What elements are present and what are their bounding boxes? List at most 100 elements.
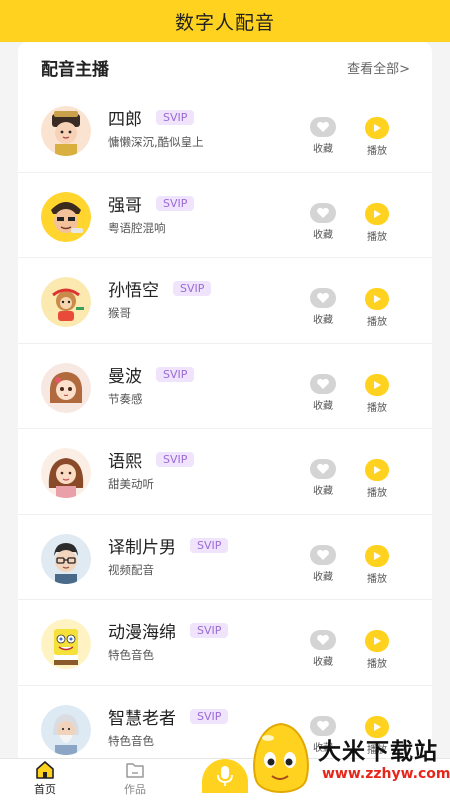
site-watermark: 大米下载站 www.zzhyw.com	[246, 720, 450, 800]
heart-icon	[310, 459, 336, 479]
avatar	[41, 106, 91, 156]
voice-description: 特色音色	[108, 648, 154, 662]
favorite-button[interactable]: 收藏	[305, 630, 341, 668]
name-line: 译制片男 SVIP	[108, 533, 229, 558]
play-label: 播放	[367, 402, 387, 414]
voice-name: 动漫海绵	[108, 623, 176, 643]
tab-works[interactable]: 作品	[105, 761, 165, 797]
play-button[interactable]: 播放	[359, 630, 395, 670]
favorite-label: 收藏	[313, 315, 333, 326]
play-label: 播放	[367, 146, 387, 157]
favorite-label: 收藏	[313, 486, 333, 497]
voice-description: 特色音色	[108, 733, 154, 748]
name-line: 语熙 SVIP	[108, 447, 195, 472]
favorite-button[interactable]: 收藏	[305, 288, 341, 326]
play-button[interactable]: 播放	[359, 544, 395, 585]
voice-row[interactable]: 动漫海绵 SVIP 特色音色 收藏 播放	[18, 600, 432, 686]
favorite-button[interactable]: 收藏	[305, 117, 341, 155]
favorite-label: 收藏	[313, 657, 333, 668]
favorite-button[interactable]: 收藏	[305, 373, 341, 412]
favorite-button[interactable]: 收藏	[305, 202, 341, 241]
heart-icon	[310, 288, 336, 308]
voice-name: 译制片男	[108, 537, 176, 558]
voice-row[interactable]: 四郎 SVIP 慵懒深沉,酷似皇上 收藏 播放	[18, 87, 432, 173]
avatar	[41, 362, 91, 413]
app-header: 数字人配音	[0, 0, 450, 42]
voice-description: 猴哥	[108, 306, 131, 320]
favorite-button[interactable]: 收藏	[305, 544, 341, 583]
play-button[interactable]: 播放	[359, 459, 395, 499]
favorite-label: 收藏	[313, 144, 333, 155]
name-line: 四郎 SVIP	[108, 105, 195, 130]
avatar	[41, 704, 91, 755]
voice-description: 节奏感	[108, 391, 143, 406]
voice-description: 视频配音	[108, 562, 154, 577]
section-title: 配音主播	[41, 59, 109, 80]
play-button[interactable]: 播放	[359, 202, 395, 243]
heart-icon	[310, 117, 336, 137]
play-label: 播放	[367, 573, 387, 585]
name-line: 曼波 SVIP	[108, 362, 195, 387]
voice-name: 四郎	[108, 110, 142, 130]
play-icon	[365, 544, 389, 567]
watermark-title: 大米下载站	[318, 739, 438, 765]
play-label: 播放	[367, 659, 387, 670]
voice-row[interactable]: 语熙 SVIP 甜美动听 收藏 播放	[18, 429, 432, 515]
avatar	[41, 277, 91, 327]
tab-works-label: 作品	[124, 783, 146, 796]
play-icon	[365, 202, 389, 225]
play-button[interactable]: 播放	[359, 288, 395, 328]
svip-badge: SVIP	[156, 366, 195, 382]
section-header: 配音主播 查看全部>	[18, 42, 432, 92]
avatar	[41, 619, 91, 669]
svip-badge: SVIP	[173, 281, 212, 296]
watermark-url: www.zzhyw.com	[322, 766, 450, 782]
voice-name: 语熙	[108, 452, 142, 472]
play-label: 播放	[367, 488, 387, 499]
play-button[interactable]: 播放	[359, 117, 395, 157]
heart-icon	[310, 373, 336, 394]
svip-badge: SVIP	[156, 110, 195, 125]
view-all-link[interactable]: 查看全部>	[347, 58, 410, 77]
content-area[interactable]: 配音主播 查看全部> 四郎 SVIP 慵懒深沉,酷似皇上 收藏 播放 强哥 SV…	[0, 42, 450, 758]
heart-icon	[310, 630, 336, 650]
favorite-button[interactable]: 收藏	[305, 459, 341, 497]
name-line: 孙悟空 SVIP	[108, 276, 212, 301]
avatar	[41, 533, 91, 584]
microphone-icon	[217, 766, 233, 786]
tab-home[interactable]: 首页	[15, 761, 75, 797]
name-line: 智慧老者 SVIP	[108, 704, 229, 729]
watermark-logo-icon	[253, 722, 309, 793]
home-icon	[36, 761, 54, 779]
name-line: 强哥 SVIP	[108, 191, 195, 216]
voice-description: 粤语腔混响	[108, 220, 166, 235]
svip-badge: SVIP	[156, 195, 195, 211]
play-label: 播放	[367, 317, 387, 328]
heart-icon	[310, 202, 336, 223]
record-button[interactable]	[202, 759, 248, 793]
voice-name: 曼波	[108, 366, 142, 387]
voice-row[interactable]: 孙悟空 SVIP 猴哥 收藏 播放	[18, 258, 432, 344]
voice-row[interactable]: 强哥 SVIP 粤语腔混响 收藏 播放	[18, 173, 432, 258]
voice-name: 智慧老者	[108, 708, 176, 729]
voice-name: 孙悟空	[108, 281, 159, 301]
svip-badge: SVIP	[190, 537, 229, 553]
play-icon	[365, 630, 389, 652]
play-icon	[365, 373, 389, 396]
favorite-label: 收藏	[313, 400, 333, 412]
favorite-label: 收藏	[313, 229, 333, 241]
play-label: 播放	[367, 231, 387, 243]
voice-description: 慵懒深沉,酷似皇上	[108, 135, 204, 149]
voice-card: 配音主播 查看全部> 四郎 SVIP 慵懒深沉,酷似皇上 收藏 播放 强哥 SV…	[18, 42, 432, 758]
svip-badge: SVIP	[156, 452, 195, 467]
favorite-label: 收藏	[313, 571, 333, 583]
voice-list: 四郎 SVIP 慵懒深沉,酷似皇上 收藏 播放 强哥 SVIP 粤语腔混响 收藏…	[18, 87, 432, 758]
page-title: 数字人配音	[174, 11, 275, 34]
voice-row[interactable]: 译制片男 SVIP 视频配音 收藏 播放	[18, 515, 432, 600]
play-icon	[365, 117, 389, 139]
svip-badge: SVIP	[190, 623, 229, 638]
svip-badge: SVIP	[190, 708, 229, 724]
play-button[interactable]: 播放	[359, 373, 395, 414]
heart-icon	[310, 544, 336, 565]
voice-row[interactable]: 曼波 SVIP 节奏感 收藏 播放	[18, 344, 432, 429]
